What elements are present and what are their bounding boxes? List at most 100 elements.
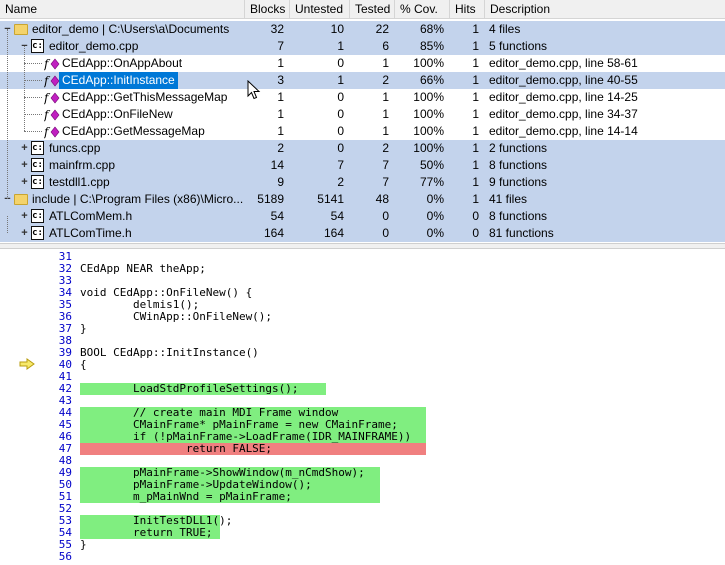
cell-blocks: 5189 [257, 192, 284, 206]
col-tested[interactable]: Tested [350, 0, 395, 18]
cell-untested: 2 [337, 175, 344, 189]
cell-tested: 2 [382, 141, 389, 155]
cell-description: 81 functions [489, 226, 554, 240]
col-name[interactable]: Name [0, 0, 245, 18]
cell-cov: 66% [419, 73, 444, 87]
cell-tested: 6 [382, 39, 389, 53]
source-file-icon: c: [31, 141, 44, 155]
tree-row-name: editor_demo.cpp [49, 39, 139, 53]
mouse-cursor-icon [247, 80, 261, 100]
expand-icon[interactable]: + [20, 177, 29, 188]
code-text: CEdApp NEAR theApp; [80, 262, 206, 275]
cell-hits: 1 [472, 175, 479, 189]
tree-connector [24, 46, 25, 131]
code-text: } [80, 538, 87, 551]
tree-row[interactable]: − c: editor_demo.cpp 7 1 6 85% 1 5 functions [0, 38, 725, 55]
cell-hits: 1 [472, 141, 479, 155]
code-text: { [80, 358, 87, 371]
expand-icon[interactable]: + [20, 211, 29, 222]
source-file-icon: c: [31, 39, 44, 53]
tree-row[interactable]: + c: funcs.cpp 2 0 2 100% 1 2 functions [0, 140, 725, 157]
code-line: 36 CWinApp::OnFileNew(); [0, 311, 725, 323]
tree-row-name: ATLComMem.h [49, 209, 133, 223]
line-number: 56 [58, 550, 72, 563]
tree-row[interactable]: + c: ATLComTime.h 164 164 0 0% 0 81 functions [0, 225, 725, 242]
code-line: 40{ [0, 359, 725, 371]
cell-tested: 22 [375, 22, 389, 36]
expand-icon[interactable]: + [20, 160, 29, 171]
tree-row[interactable]: − editor_demo | C:\Users\a\Documents 32 10 2… [0, 21, 725, 38]
expand-icon[interactable]: + [20, 228, 29, 239]
tree-connector [24, 114, 42, 115]
cell-blocks: 14 [270, 158, 284, 172]
source-file-icon: c: [31, 158, 44, 172]
tree-row-name: ATLComTime.h [49, 226, 132, 240]
cell-cov: 100% [413, 124, 444, 138]
arrow-right-icon [19, 358, 35, 370]
cell-tested: 1 [382, 56, 389, 70]
tree-row[interactable]: f CEdApp::OnFileNew 1 0 1 100% 1 editor_demo.cp… [0, 106, 725, 123]
cell-hits: 1 [472, 22, 479, 36]
code-text: } [80, 322, 87, 335]
svg-text:f: f [44, 57, 51, 71]
function-icon: f [44, 125, 60, 139]
tree-row[interactable]: f CEdApp::InitInstance 3 1 2 66% 1 editor_demo.… [0, 72, 725, 89]
tree-row-name: include | C:\Program Files (x86)\Micro..… [32, 192, 244, 206]
cell-tested: 48 [375, 192, 389, 206]
svg-text:f: f [44, 91, 51, 105]
col-blocks[interactable]: Blocks [245, 0, 290, 18]
col-untested[interactable]: Untested [290, 0, 350, 18]
code-line: 55} [0, 539, 725, 551]
tree-row[interactable]: f CEdApp::GetMessageMap 1 0 1 100% 1 editor_dem… [0, 123, 725, 140]
cell-cov: 100% [413, 107, 444, 121]
cell-tested: 2 [382, 73, 389, 87]
cell-hits: 1 [472, 124, 479, 138]
cell-untested: 1 [337, 39, 344, 53]
cell-description: 8 functions [489, 209, 548, 223]
cell-tested: 1 [382, 90, 389, 104]
tree-row[interactable]: f CEdApp::OnAppAbout 1 0 1 100% 1 editor_demo.c… [0, 55, 725, 72]
cell-hits: 0 [472, 226, 479, 240]
col-description[interactable]: Description [485, 0, 725, 18]
col-hits[interactable]: Hits [450, 0, 485, 18]
cell-blocks: 2 [277, 141, 284, 155]
cell-untested: 0 [337, 90, 344, 104]
tree-row[interactable]: + c: ATLComMem.h 54 54 0 0% 0 8 functions [0, 208, 725, 225]
cell-untested: 0 [337, 56, 344, 70]
tree-connector [24, 131, 42, 132]
tree-row-name: CEdApp::OnFileNew [62, 107, 173, 121]
code-text: LoadStdProfileSettings(); [80, 382, 299, 395]
cell-hits: 1 [472, 73, 479, 87]
code-text: return TRUE; [80, 526, 213, 539]
source-view[interactable]: 31 32 CEdApp NEAR theApp; 33 34 void CEdApp::… [0, 249, 725, 565]
tree-row[interactable]: + c: testdll1.cpp 9 2 7 77% 1 9 functions [0, 174, 725, 191]
tree-row[interactable]: − include | C:\Program Files (x86)\Micro.… [0, 191, 725, 208]
folder-icon [14, 194, 28, 205]
cell-description: editor_demo.cpp, line 14-14 [489, 124, 638, 138]
code-text: m_pMainWnd = pMainFrame; [80, 490, 292, 503]
cell-description: 5 functions [489, 39, 548, 53]
cell-tested: 7 [382, 175, 389, 189]
function-icon: f [44, 91, 60, 105]
code-line: 32 CEdApp NEAR theApp; [0, 263, 725, 275]
source-file-icon: c: [31, 175, 44, 189]
expand-icon[interactable]: + [20, 143, 29, 154]
tree-row-name: CEdApp::OnAppAbout [62, 56, 183, 70]
tree-row[interactable]: + c: mainfrm.cpp 14 7 7 50% 1 8 functions [0, 157, 725, 174]
tree-connector [7, 216, 8, 233]
cell-untested: 5141 [317, 192, 344, 206]
cell-hits: 1 [472, 107, 479, 121]
cell-cov: 50% [419, 158, 444, 172]
coverage-tree[interactable]: Name Blocks Untested Tested % Cov. Hits … [0, 0, 725, 243]
cell-cov: 100% [413, 141, 444, 155]
function-icon: f [44, 108, 60, 122]
tree-row-name: mainfrm.cpp [49, 158, 116, 172]
tree-row[interactable]: f CEdApp::GetThisMessageMap 1 0 1 100% 1 editor… [0, 89, 725, 106]
function-icon: f [44, 57, 60, 71]
code-line: 54 return TRUE; [0, 527, 725, 539]
col-coverage[interactable]: % Cov. [395, 0, 450, 18]
cell-cov: 100% [413, 90, 444, 104]
code-text: CWinApp::OnFileNew(); [80, 310, 273, 323]
cell-blocks: 1 [277, 56, 284, 70]
cell-hits: 1 [472, 158, 479, 172]
